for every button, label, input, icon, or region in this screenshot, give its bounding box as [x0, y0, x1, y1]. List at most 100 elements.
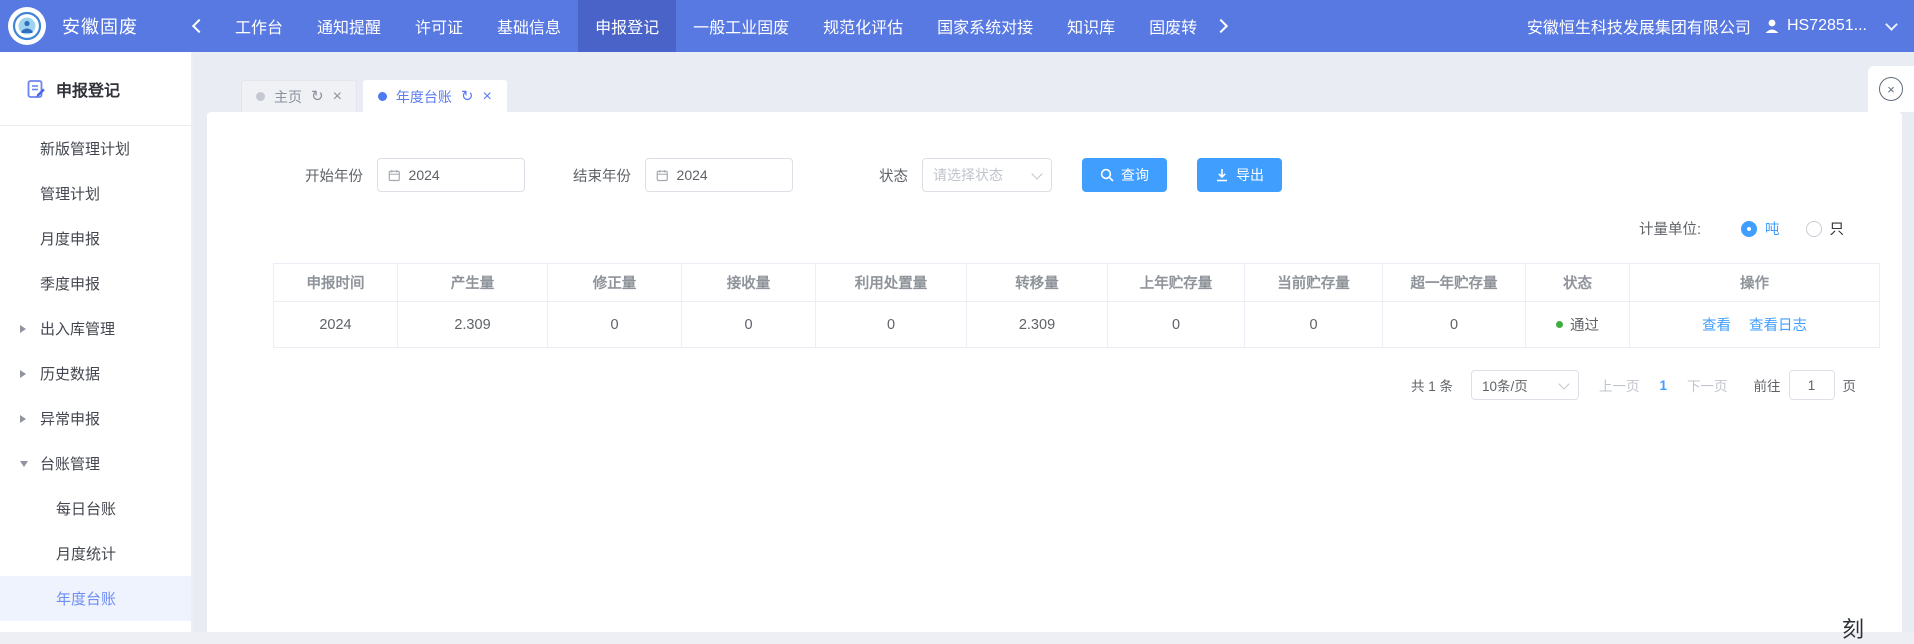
- chevron-down-icon[interactable]: [1885, 18, 1898, 31]
- start-year-field[interactable]: [409, 167, 514, 183]
- start-year-label: 开始年份: [305, 165, 363, 186]
- app-logo-icon: [8, 7, 46, 45]
- nav-item-basic-info[interactable]: 基础信息: [480, 0, 578, 52]
- search-button-label: 查询: [1121, 165, 1149, 185]
- sidebar-item-annual-ledger[interactable]: 年度台账: [0, 576, 191, 621]
- user-icon: [1763, 17, 1781, 35]
- col-declare-time: 申报时间: [274, 264, 398, 302]
- tab-annual-ledger[interactable]: 年度台账 ↻ ×: [363, 80, 507, 112]
- calendar-icon: [656, 168, 669, 183]
- nav-item-standardization-assessment[interactable]: 规范化评估: [806, 0, 920, 52]
- nav-item-declaration[interactable]: 申报登记: [578, 0, 676, 52]
- sidebar-item-label: 出入库管理: [40, 318, 115, 339]
- content-area: 主页 ↻ × 年度台账 ↻ × × 开始年份: [193, 52, 1914, 632]
- end-year-input[interactable]: [645, 158, 793, 192]
- radio-piece-label[interactable]: 只: [1830, 218, 1845, 239]
- sidebar-header: 申报登记: [0, 52, 191, 126]
- close-all-icon[interactable]: ×: [1879, 77, 1903, 101]
- nav-item-knowledge-base[interactable]: 知识库: [1050, 0, 1132, 52]
- radio-ton[interactable]: [1741, 221, 1757, 237]
- expand-arrow-icon: [20, 461, 28, 467]
- col-current-storage: 当前贮存量: [1245, 264, 1383, 302]
- sidebar-item-abnormal-declaration[interactable]: 异常申报: [0, 396, 191, 441]
- page-size-select[interactable]: 10条/页: [1471, 370, 1579, 400]
- col-actions: 操作: [1630, 264, 1880, 302]
- collapse-arrow-icon: [20, 370, 26, 378]
- sidebar-item-management-plan[interactable]: 管理计划: [0, 171, 191, 216]
- nav-item-workbench[interactable]: 工作台: [218, 0, 300, 52]
- cell-corrected: 0: [548, 302, 682, 348]
- corner-panel: ×: [1868, 66, 1914, 112]
- sidebar-item-inout-warehouse[interactable]: 出入库管理: [0, 306, 191, 351]
- nav-item-notifications[interactable]: 通知提醒: [300, 0, 398, 52]
- sidebar-item-quarterly-declaration[interactable]: 季度申报: [0, 261, 191, 306]
- user-menu[interactable]: HS72851...: [1763, 17, 1896, 35]
- collapse-arrow-icon: [20, 325, 26, 333]
- calendar-icon: [388, 168, 401, 183]
- tab-home[interactable]: 主页 ↻ ×: [241, 80, 357, 112]
- view-log-link[interactable]: 查看日志: [1749, 318, 1807, 334]
- prev-page-button[interactable]: 上一页: [1599, 375, 1640, 395]
- sidebar-item-monthly-stats[interactable]: 月度统计: [0, 531, 191, 576]
- nav-item-national-system[interactable]: 国家系统对接: [920, 0, 1050, 52]
- col-received: 接收量: [682, 264, 816, 302]
- goto-label: 前往: [1754, 375, 1781, 395]
- col-last-year-storage: 上年贮存量: [1108, 264, 1245, 302]
- table-row: 2024 2.309 0 0 0 2.309 0 0 0 通过: [274, 302, 1880, 348]
- unit-label: 计量单位:: [1639, 218, 1701, 239]
- status-select-placeholder: 请选择状态: [933, 165, 1003, 185]
- col-generated: 产生量: [398, 264, 548, 302]
- cell-declare-time: 2024: [274, 302, 398, 348]
- refresh-icon[interactable]: ↻: [311, 89, 324, 104]
- filter-bar: 开始年份 结束年份 状态: [305, 158, 1902, 192]
- unit-selector: 计量单位: 吨 只: [207, 218, 1844, 239]
- next-page-button[interactable]: 下一页: [1687, 375, 1728, 395]
- sidebar-item-ledger-management[interactable]: 台账管理: [0, 441, 191, 486]
- close-icon[interactable]: ×: [333, 89, 342, 105]
- nav-scroll-left-icon[interactable]: [192, 19, 206, 33]
- close-icon[interactable]: ×: [483, 89, 492, 105]
- end-year-field[interactable]: [677, 167, 782, 183]
- refresh-icon[interactable]: ↻: [461, 89, 474, 104]
- sidebar-item-monthly-declaration[interactable]: 月度申报: [0, 216, 191, 261]
- export-button[interactable]: 导出: [1197, 158, 1282, 192]
- status-badge: 通过: [1570, 314, 1599, 335]
- search-icon: [1100, 168, 1114, 182]
- status-label: 状态: [879, 165, 908, 186]
- table-header-row: 申报时间 产生量 修正量 接收量 利用处置量 转移量 上年贮存量 当前贮存量 超…: [274, 264, 1880, 302]
- search-button[interactable]: 查询: [1082, 158, 1167, 192]
- status-select[interactable]: 请选择状态: [922, 158, 1052, 192]
- view-link[interactable]: 查看: [1702, 318, 1731, 334]
- col-transferred: 转移量: [967, 264, 1108, 302]
- company-name: 安徽恒生科技发展集团有限公司: [1527, 14, 1751, 38]
- nav-item-license[interactable]: 许可证: [398, 0, 480, 52]
- col-status: 状态: [1526, 264, 1630, 302]
- tab-label: 年度台账: [396, 87, 452, 107]
- sidebar-item-label: 台账管理: [40, 453, 100, 474]
- sidebar-title: 申报登记: [56, 77, 120, 101]
- sidebar-item-new-management-plan[interactable]: 新版管理计划: [0, 126, 191, 171]
- main-card: 开始年份 结束年份 状态: [207, 112, 1902, 632]
- app-title: 安徽固废: [62, 13, 138, 39]
- col-utilized-disposed: 利用处置量: [816, 264, 967, 302]
- collapse-arrow-icon: [20, 415, 26, 423]
- declaration-form-icon: [26, 79, 46, 99]
- top-nav: 安徽固废 工作台 通知提醒 许可证 基础信息 申报登记 一般工业固废 规范化评估…: [0, 0, 1914, 52]
- start-year-input[interactable]: [377, 158, 525, 192]
- nav-item-waste-transfer[interactable]: 固废转: [1132, 0, 1214, 52]
- cell-received: 0: [682, 302, 816, 348]
- radio-ton-label[interactable]: 吨: [1765, 218, 1780, 239]
- cell-status: 通过: [1526, 302, 1630, 348]
- nav-scroll-right-icon[interactable]: [1214, 19, 1228, 33]
- sidebar-item-history-data[interactable]: 历史数据: [0, 351, 191, 396]
- nav-item-general-industrial-waste[interactable]: 一般工业固废: [676, 0, 806, 52]
- sidebar-item-daily-ledger[interactable]: 每日台账: [0, 486, 191, 531]
- sidebar-item-label: 历史数据: [40, 363, 100, 384]
- page-number-1[interactable]: 1: [1659, 378, 1667, 393]
- cell-utilized-disposed: 0: [816, 302, 967, 348]
- col-over-one-year-storage: 超一年贮存量: [1383, 264, 1526, 302]
- page-size-value: 10条/页: [1482, 375, 1528, 395]
- chevron-down-icon: [1031, 168, 1042, 179]
- goto-page-input[interactable]: [1789, 370, 1835, 400]
- radio-piece[interactable]: [1806, 221, 1822, 237]
